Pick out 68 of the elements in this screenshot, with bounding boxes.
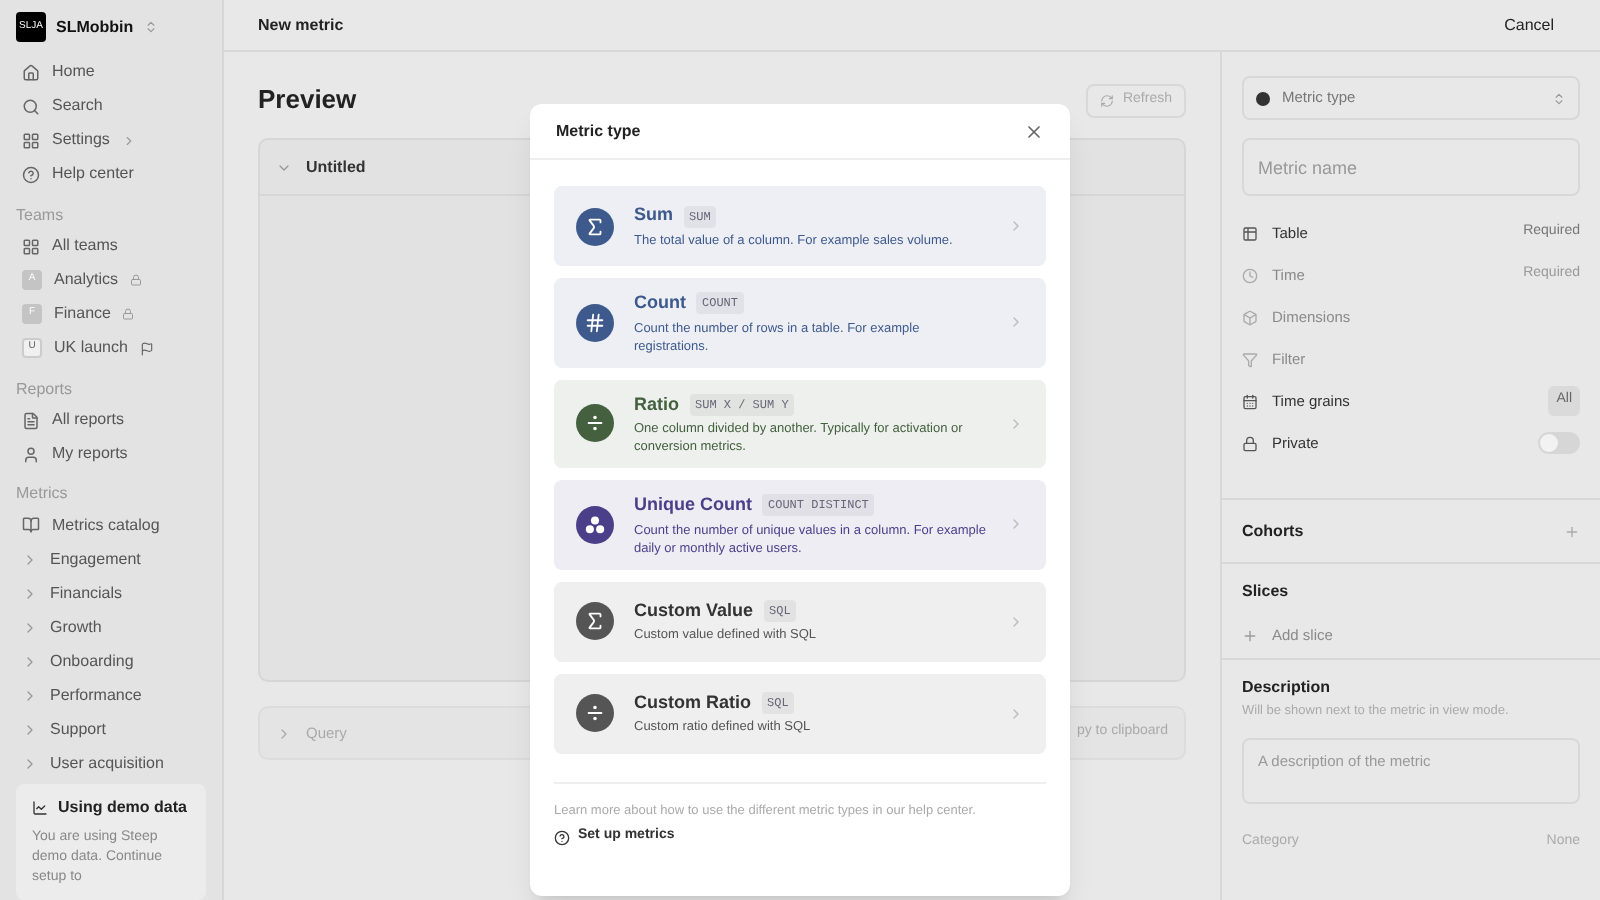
chevron-icon[interactable]	[276, 725, 292, 741]
section-title: Description	[1242, 676, 1333, 701]
lock-icon	[130, 274, 143, 287]
updown-icon	[1552, 91, 1566, 105]
section-heading: Teams	[16, 203, 66, 226]
team-item[interactable]: All teams	[16, 229, 206, 264]
card-title: Untitled	[306, 155, 366, 179]
document-icon	[22, 411, 40, 430]
metric-group[interactable]: Growth	[16, 610, 206, 645]
metric-group[interactable]: User acquisition	[16, 746, 206, 781]
option-title: Custom Ratio	[634, 689, 751, 716]
person-icon	[22, 445, 40, 463]
add-icon	[1242, 627, 1258, 644]
chevron-icon	[121, 133, 136, 148]
lock-icon	[1242, 435, 1258, 451]
updown-icon[interactable]	[143, 20, 158, 35]
metric-group[interactable]: Financials	[16, 576, 206, 611]
nav-item[interactable]: Settings	[16, 123, 206, 158]
demo-title: Using demo data	[58, 796, 187, 821]
chevron-icon	[1008, 415, 1024, 432]
page-title: New metric	[258, 13, 344, 37]
grid-icon	[22, 237, 40, 256]
chevron-icon	[1008, 516, 1024, 533]
nav-item[interactable]: Metrics catalog	[16, 508, 206, 543]
option-title: Sum	[634, 202, 674, 229]
filter-icon	[1242, 351, 1258, 367]
workspace-name[interactable]: SLMobbin	[56, 15, 134, 40]
nav-item[interactable]: My reports	[16, 437, 206, 471]
nav-item[interactable]: Home	[16, 55, 206, 90]
section-title: Slices	[1242, 580, 1291, 604]
chevron-icon	[1008, 218, 1024, 234]
metric-group[interactable]: Engagement	[16, 542, 206, 577]
metric-group[interactable]: Performance	[16, 678, 206, 713]
add-icon[interactable]	[1564, 523, 1580, 539]
lock-icon	[122, 308, 135, 321]
home-icon	[22, 63, 40, 82]
chevron-icon	[1008, 705, 1024, 721]
metric-group[interactable]: Support	[16, 712, 206, 747]
toggle-switch[interactable]	[1538, 432, 1580, 454]
section-title: Cohorts	[1242, 519, 1304, 543]
section-heading: Reports	[16, 377, 75, 400]
option-title: Unique Count	[634, 492, 752, 518]
calendar-icon	[1242, 393, 1258, 409]
modal-title: Metric type	[556, 119, 641, 143]
clock-icon	[1242, 267, 1258, 283]
book-icon	[22, 516, 40, 535]
option-title: Ratio	[634, 391, 679, 417]
chart-icon	[32, 800, 48, 817]
flag-icon	[139, 341, 154, 356]
section-heading: Metrics	[16, 482, 70, 505]
help-icon	[554, 829, 570, 845]
chevron-icon	[1008, 314, 1024, 331]
option-title: Count	[634, 290, 686, 316]
chevron-icon	[1008, 613, 1024, 629]
metric-name-field[interactable]: Metric name	[1242, 138, 1580, 196]
cube-icon	[1242, 309, 1258, 325]
nav-item[interactable]: All reports	[16, 403, 206, 438]
nav-item[interactable]: Search	[16, 89, 206, 124]
help-icon	[22, 165, 40, 184]
search-icon	[22, 97, 40, 116]
close-icon[interactable]	[1024, 121, 1044, 141]
refresh-icon	[1100, 93, 1115, 107]
nav-item[interactable]: Help center	[16, 157, 206, 192]
option-title: Custom Value	[634, 597, 754, 624]
table-icon	[1242, 225, 1258, 241]
preview-title: Preview	[258, 82, 357, 119]
metric-group[interactable]: Onboarding	[16, 644, 206, 679]
cancel-button[interactable]: Cancel	[1492, 7, 1566, 43]
